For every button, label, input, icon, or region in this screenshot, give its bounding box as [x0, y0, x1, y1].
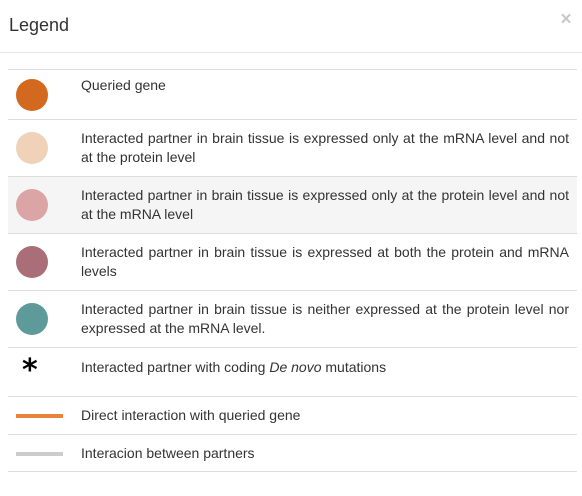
- legend-row-both: Interacted partner in brain tissue is ex…: [8, 233, 577, 291]
- legend-label: Interacion between partners: [81, 434, 577, 472]
- legend-label: Interacted partner in brain tissue is ne…: [81, 290, 577, 348]
- close-icon[interactable]: ×: [558, 10, 574, 30]
- legend-row-partner-interaction: Interacion between partners: [8, 434, 577, 472]
- neither-level-circle-icon: [16, 303, 48, 335]
- mrna-only-circle-icon: [16, 132, 48, 164]
- partner-interaction-line-icon: [16, 452, 63, 456]
- legend-row-protein-only: Interacted partner in brain tissue is ex…: [8, 176, 577, 234]
- legend-row-queried-gene: Queried gene: [8, 69, 577, 120]
- legend-label: Direct interaction with queried gene: [81, 396, 577, 435]
- legend-modal: Legend × Queried gene Interacted partner…: [0, 0, 582, 496]
- protein-only-circle-icon: [16, 189, 48, 221]
- legend-row-neither: Interacted partner in brain tissue is ne…: [8, 290, 577, 348]
- legend-label: Interacted partner in brain tissue is ex…: [81, 176, 577, 234]
- legend-row-direct-interaction: Direct interaction with queried gene: [8, 396, 577, 435]
- legend-row-mrna-only: Interacted partner in brain tissue is ex…: [8, 119, 577, 177]
- legend-label: Interacted partner with coding De novo m…: [81, 347, 577, 397]
- both-levels-circle-icon: [16, 246, 48, 278]
- asterisk-icon: *: [22, 353, 38, 388]
- legend-table: Queried gene Interacted partner in brain…: [8, 69, 577, 472]
- modal-title: Legend: [9, 15, 70, 35]
- modal-header: Legend ×: [0, 0, 582, 53]
- direct-interaction-line-icon: [16, 414, 63, 418]
- queried-gene-circle-icon: [16, 79, 48, 111]
- legend-label: Queried gene: [81, 69, 577, 120]
- legend-row-de-novo: * Interacted partner with coding De novo…: [8, 347, 577, 397]
- legend-label: Interacted partner in brain tissue is ex…: [81, 233, 577, 291]
- legend-label: Interacted partner in brain tissue is ex…: [81, 119, 577, 177]
